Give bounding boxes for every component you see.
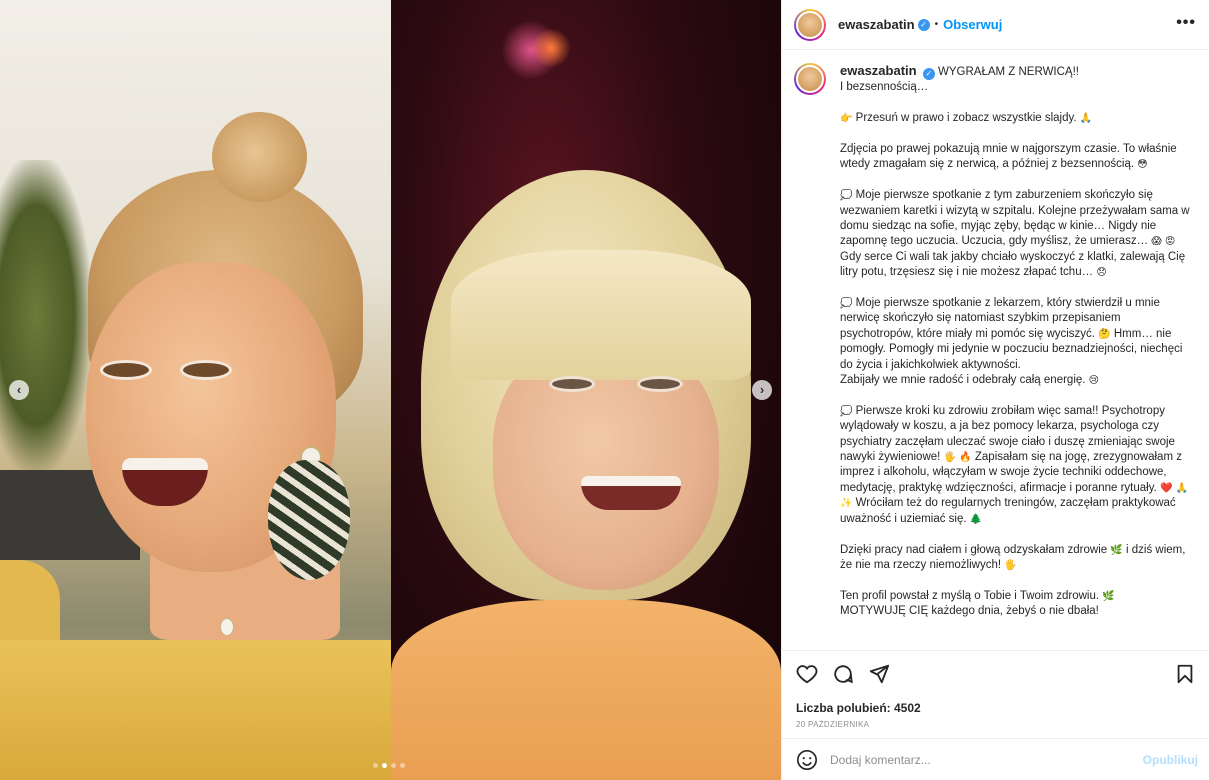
flushed-face-icon: 😳: [1137, 159, 1148, 171]
caption-title: WYGRAŁAM Z NERWICĄ!!: [938, 66, 1079, 78]
pray-icon: 🙏: [1175, 482, 1189, 494]
caption-line: Dzięki pracy nad ciałem i głową odzyskał…: [840, 543, 1108, 556]
disappointed-face-icon: 😞: [1096, 267, 1107, 279]
heart-icon: ❤️: [1160, 482, 1173, 494]
caption-line: Zabijały we mnie radość i odebrały całą …: [840, 374, 1086, 387]
thinking-face-icon: 🤔: [1098, 328, 1111, 340]
scream-icon: 😱: [1151, 236, 1162, 248]
carousel-dot: [400, 763, 405, 768]
leaf-icon: 🌿: [1102, 590, 1115, 602]
angry-face-icon: 😡: [1164, 236, 1176, 248]
sparkles-icon: ✨: [840, 498, 853, 510]
sad-face-icon: 😢: [1088, 375, 1100, 387]
publish-button[interactable]: Opublikuj: [1143, 753, 1198, 767]
caption-text: ewaszabatin ✓ WYGRAŁAM Z NERWICĄ!! I bez…: [840, 63, 1190, 635]
verified-badge-icon: ✓: [922, 68, 935, 80]
yellow-dress: [0, 640, 391, 780]
post-panel: ewaszabatin ✓ • Obserwuj ••• ewaszabatin…: [781, 0, 1209, 780]
verified-badge-icon: ✓: [917, 18, 930, 31]
carousel-prev-button[interactable]: ‹: [9, 380, 29, 400]
caption-line: Wróciłam też do regularnych treningów, z…: [840, 497, 1176, 525]
stage-light: [531, 28, 571, 68]
like-heart-icon[interactable]: [796, 663, 820, 687]
username[interactable]: ewaszabatin: [840, 63, 917, 78]
caption-line: MOTYWUJĘ CIĘ każdego dnia, żebyś o nie d…: [840, 605, 1099, 618]
necklace-pendant: [220, 618, 234, 636]
emoji-picker-icon[interactable]: [796, 749, 818, 771]
eye-left: [549, 376, 595, 392]
carousel-next-button[interactable]: ›: [752, 380, 772, 400]
photo-before: [391, 0, 781, 780]
avatar[interactable]: [794, 63, 826, 95]
share-icon[interactable]: [868, 663, 892, 687]
point-right-icon: 👉: [840, 113, 853, 125]
caption-area: ewaszabatin ✓ WYGRAŁAM Z NERWICĄ!! I bez…: [782, 51, 1209, 648]
more-options-icon[interactable]: •••: [1176, 14, 1196, 32]
username[interactable]: ewaszabatin: [838, 17, 915, 32]
eye-right: [637, 376, 683, 392]
carousel-dots: [373, 763, 405, 768]
post-actions: Liczba polubień: 4502 20 PAŹDZIERNIKA: [782, 650, 1209, 740]
likes-count[interactable]: Liczba polubień: 4502: [796, 701, 1196, 715]
tree-icon: 🌲: [969, 513, 983, 525]
eye-right: [180, 360, 232, 380]
smile: [581, 476, 681, 510]
speech-bubble-icon: 💭: [840, 298, 853, 310]
speech-bubble-icon: 💭: [840, 405, 853, 417]
photo-current: [0, 0, 391, 780]
follow-button[interactable]: Obserwuj: [943, 17, 1002, 32]
caption-line: Przesuń w prawo i zobacz wszystkie slajd…: [855, 112, 1077, 125]
caption-line: Moje pierwsze spotkanie z tym zaburzenie…: [840, 189, 1190, 248]
comment-bar: Opublikuj: [782, 738, 1209, 780]
separator: •: [934, 19, 939, 30]
comment-icon[interactable]: [832, 663, 856, 687]
hand-icon: 🖐: [943, 452, 957, 464]
carousel-dot: [373, 763, 378, 768]
post-media: ‹ ›: [0, 0, 781, 780]
comment-input[interactable]: [830, 752, 1143, 767]
hair-bangs: [451, 250, 751, 380]
eye-left: [100, 360, 152, 380]
speech-bubble-icon: 💭: [840, 190, 853, 202]
hair-bun: [212, 112, 307, 202]
carousel-dot: [382, 763, 387, 768]
avatar[interactable]: [794, 8, 826, 41]
post-header: ewaszabatin ✓ • Obserwuj •••: [782, 0, 1209, 50]
carousel-dot: [391, 763, 396, 768]
pray-icon: 🙏: [1079, 113, 1093, 125]
caption-line: Moje pierwsze spotkanie z lekarzem, któr…: [840, 297, 1160, 340]
background-tree: [0, 160, 90, 470]
bookmark-icon[interactable]: [1174, 663, 1198, 687]
caption-line: Gdy serce Ci wali tak jakby chciało wysk…: [840, 250, 1186, 279]
orange-dress: [391, 600, 781, 780]
caption-line: I bezsennością…: [840, 81, 929, 94]
fire-icon: 🔥: [959, 452, 972, 464]
leaf-earring: [268, 460, 350, 580]
caption-line: Ten profil powstał z myślą o Tobie i Two…: [840, 589, 1100, 602]
post-date: 20 PAŹDZIERNIKA: [796, 720, 870, 729]
hand-icon: 🖐: [1004, 559, 1017, 571]
leaf-icon: 🌿: [1110, 544, 1123, 556]
caption-line: Zdjęcia po prawej pokazują mnie w najgor…: [840, 143, 1177, 171]
